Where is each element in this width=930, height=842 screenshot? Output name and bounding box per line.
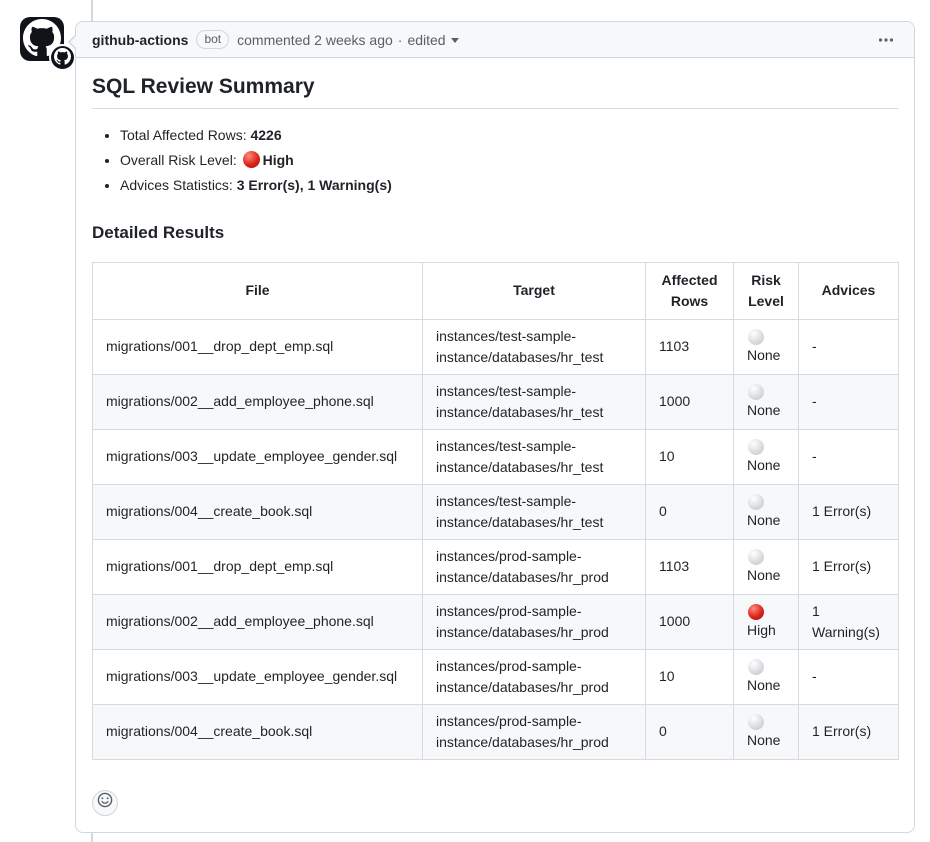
timestamp-link[interactable]: commented 2 weeks ago xyxy=(237,32,393,48)
column-header-file: File xyxy=(93,262,423,319)
table-row: migrations/001__drop_dept_emp.sql instan… xyxy=(93,539,899,594)
summary-list: Total Affected Rows: 4226 Overall Risk L… xyxy=(92,125,898,196)
affected-rows-cell: 1103 xyxy=(646,539,734,594)
page-title: SQL Review Summary xyxy=(92,74,898,109)
comment-caret xyxy=(68,34,76,50)
table-row: migrations/002__add_employee_phone.sql i… xyxy=(93,374,899,429)
comment-card: github-actions bot commented 2 weeks ago… xyxy=(75,21,915,833)
risk-level-cell: None xyxy=(734,539,799,594)
advices-cell: 1 Warning(s) xyxy=(799,594,899,649)
advices-cell: - xyxy=(799,429,899,484)
risk-circle-icon xyxy=(748,659,764,675)
affected-rows-cell: 10 xyxy=(646,429,734,484)
affected-rows-cell: 0 xyxy=(646,484,734,539)
edited-label: edited xyxy=(407,32,445,48)
section-title: Detailed Results xyxy=(92,220,898,246)
table-header-row: File Target Affected Rows Risk Level Adv… xyxy=(93,262,899,319)
comment-header: github-actions bot commented 2 weeks ago… xyxy=(76,22,914,58)
target-cell: instances/prod-sample-instance/databases… xyxy=(423,649,646,704)
target-cell: instances/prod-sample-instance/databases… xyxy=(423,594,646,649)
affected-rows-cell: 1000 xyxy=(646,594,734,649)
risk-circle-icon xyxy=(748,714,764,730)
add-reaction-button[interactable] xyxy=(92,790,118,816)
table-row: migrations/004__create_book.sql instance… xyxy=(93,484,899,539)
advices-cell: - xyxy=(799,374,899,429)
risk-level-cell: None xyxy=(734,704,799,759)
summary-item-risk-level: Overall Risk Level: High xyxy=(120,150,898,171)
target-cell: instances/test-sample-instance/databases… xyxy=(423,319,646,374)
summary-value: 4226 xyxy=(250,127,281,143)
comment-meta: commented 2 weeks ago · edited xyxy=(237,32,458,48)
file-cell: migrations/004__create_book.sql xyxy=(93,704,423,759)
author-link[interactable]: github-actions xyxy=(92,32,188,48)
column-header-risk-level: Risk Level xyxy=(734,262,799,319)
affected-rows-cell: 1000 xyxy=(646,374,734,429)
file-cell: migrations/003__update_employee_gender.s… xyxy=(93,429,423,484)
table-row: migrations/001__drop_dept_emp.sql instan… xyxy=(93,319,899,374)
risk-label: None xyxy=(747,345,785,366)
risk-circle-icon xyxy=(748,494,764,510)
risk-circle-icon xyxy=(748,439,764,455)
risk-label: None xyxy=(747,400,785,421)
risk-label: None xyxy=(747,565,785,586)
target-cell: instances/prod-sample-instance/databases… xyxy=(423,539,646,594)
kebab-menu-button[interactable] xyxy=(874,28,898,52)
risk-circle-icon xyxy=(748,384,764,400)
column-header-advices: Advices xyxy=(799,262,899,319)
kebab-horizontal-icon xyxy=(878,32,894,48)
red-circle-icon xyxy=(243,151,260,168)
risk-circle-icon xyxy=(748,604,764,620)
file-cell: migrations/002__add_employee_phone.sql xyxy=(93,374,423,429)
affected-rows-cell: 0 xyxy=(646,704,734,759)
affected-rows-cell: 1103 xyxy=(646,319,734,374)
summary-item-total-rows: Total Affected Rows: 4226 xyxy=(120,125,898,146)
target-cell: instances/prod-sample-instance/databases… xyxy=(423,704,646,759)
smiley-icon xyxy=(97,792,113,814)
risk-level-cell: None xyxy=(734,649,799,704)
advices-cell: 1 Error(s) xyxy=(799,704,899,759)
file-cell: migrations/001__drop_dept_emp.sql xyxy=(93,319,423,374)
column-header-affected-rows: Affected Rows xyxy=(646,262,734,319)
risk-label: None xyxy=(747,455,785,476)
summary-item-advices: Advices Statistics: 3 Error(s), 1 Warnin… xyxy=(120,175,898,196)
file-cell: migrations/002__add_employee_phone.sql xyxy=(93,594,423,649)
file-cell: migrations/004__create_book.sql xyxy=(93,484,423,539)
table-row: migrations/003__update_employee_gender.s… xyxy=(93,649,899,704)
file-cell: migrations/001__drop_dept_emp.sql xyxy=(93,539,423,594)
file-cell: migrations/003__update_employee_gender.s… xyxy=(93,649,423,704)
results-table: File Target Affected Rows Risk Level Adv… xyxy=(92,262,899,760)
column-header-target: Target xyxy=(423,262,646,319)
table-row: migrations/002__add_employee_phone.sql i… xyxy=(93,594,899,649)
risk-level-cell: None xyxy=(734,484,799,539)
risk-label: None xyxy=(747,510,785,531)
risk-circle-icon xyxy=(748,329,764,345)
risk-label: None xyxy=(747,730,785,751)
risk-level-cell: None xyxy=(734,319,799,374)
risk-label: None xyxy=(747,675,785,696)
affected-rows-cell: 10 xyxy=(646,649,734,704)
advices-cell: - xyxy=(799,319,899,374)
github-octocat-small-icon xyxy=(54,48,71,68)
advices-cell: 1 Error(s) xyxy=(799,539,899,594)
risk-level-cell: None xyxy=(734,374,799,429)
risk-label: High xyxy=(747,620,785,641)
risk-circle-icon xyxy=(748,549,764,565)
bot-badge: bot xyxy=(196,30,229,49)
target-cell: instances/test-sample-instance/databases… xyxy=(423,429,646,484)
summary-value: 3 Error(s), 1 Warning(s) xyxy=(237,177,392,193)
target-cell: instances/test-sample-instance/databases… xyxy=(423,484,646,539)
dot-separator: · xyxy=(398,32,403,48)
advices-cell: 1 Error(s) xyxy=(799,484,899,539)
risk-level-cell: High xyxy=(734,594,799,649)
summary-value: High xyxy=(263,152,294,168)
target-cell: instances/test-sample-instance/databases… xyxy=(423,374,646,429)
edited-dropdown[interactable]: edited xyxy=(407,32,458,48)
chevron-down-icon xyxy=(451,38,459,43)
table-row: migrations/003__update_employee_gender.s… xyxy=(93,429,899,484)
risk-level-cell: None xyxy=(734,429,799,484)
table-row: migrations/004__create_book.sql instance… xyxy=(93,704,899,759)
advices-cell: - xyxy=(799,649,899,704)
comment-body: SQL Review Summary Total Affected Rows: … xyxy=(76,58,914,832)
timeline-line-top xyxy=(91,0,93,21)
